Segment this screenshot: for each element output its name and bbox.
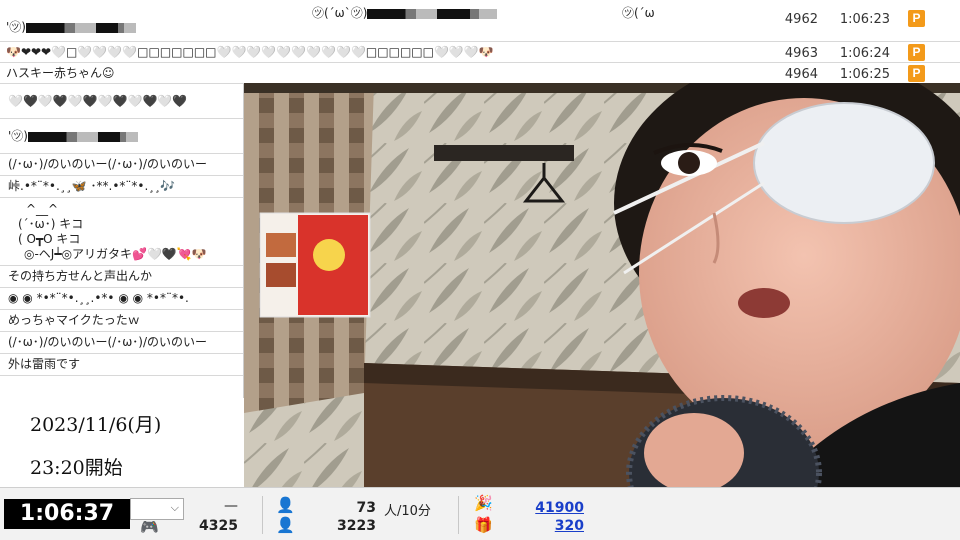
- gift-icon: 🎁: [474, 516, 493, 534]
- points-link[interactable]: 41900: [510, 500, 584, 516]
- status-bar: 1:06:37 ⌵ 🎮 — 4325 👤 👤 73 人/10分 3223 🎉 🎁…: [0, 487, 960, 540]
- viewers-unit: 人/10分: [384, 504, 431, 519]
- list-item[interactable]: その持ち方せんと声出んか: [0, 266, 243, 288]
- list-item[interactable]: 峠.•*¨*•.¸¸🦋 ･**.•*¨*•.¸¸🎶: [0, 176, 243, 198]
- list-item[interactable]: めっちゃマイクたったｗ: [0, 310, 243, 332]
- list-item[interactable]: ◉ ◉ *•*¨*•.¸¸.•*• ◉ ◉ *•*¨*•.: [0, 288, 243, 310]
- list-item[interactable]: '㋡): [0, 119, 243, 154]
- comment-text: ハスキー赤ちゃん☺: [6, 66, 115, 80]
- total-viewers: 3223: [337, 518, 376, 534]
- list-item[interactable]: ^__^ (´･ω･) キコ ( O┳O キコ ◎-ヘJ┷◎アリガタキ💕🤍🖤💘🐶: [0, 198, 243, 266]
- ad-dash: —: [224, 498, 238, 514]
- comment-row[interactable]: ハスキー赤ちゃん☺ 4964 1:06:25 P: [0, 63, 960, 84]
- cracker-icon: 🎉: [474, 494, 493, 512]
- comment-text-upper-2: ㋡(´ω: [622, 6, 655, 20]
- ad-count: 4325: [199, 518, 238, 534]
- list-item[interactable]: 🤍🖤🤍🖤🤍🖤🤍🖤🤍🖤🤍🖤: [0, 84, 243, 119]
- comment-list[interactable]: 🤍🖤🤍🖤🤍🖤🤍🖤🤍🖤🤍🖤 '㋡) (/･ω･)/のいのいー(/･ω･)/のいのい…: [0, 84, 244, 398]
- list-item[interactable]: 外は雷雨です: [0, 354, 243, 376]
- comment-text: 🐶❤❤❤🤍□🤍🤍🤍🤍□□□□□□□🤍🤍🤍🤍🤍🤍🤍🤍🤍🤍□□□□□□🤍🤍🤍🐶: [6, 45, 494, 59]
- elapsed-time: 1:06:37: [4, 499, 130, 529]
- video-frame-image: [244, 83, 960, 487]
- video-player[interactable]: [244, 83, 960, 487]
- list-item[interactable]: (/･ω･)/のいのいー(/･ω･)/のいのいー: [0, 154, 243, 176]
- comment-text: '㋡): [6, 20, 766, 35]
- quality-select[interactable]: ⌵: [130, 498, 184, 520]
- comment-number: 4963: [784, 46, 818, 61]
- game-controller-icon: 🎮: [140, 518, 159, 536]
- chevron-down-icon: ⌵: [170, 501, 179, 514]
- comment-text-upper: ㋡(´ω`㋡): [312, 4, 498, 21]
- person-icon: 👤: [276, 516, 295, 534]
- comment-number: 4962: [784, 12, 818, 27]
- ascii-art-line: ◎-ヘJ┷◎アリガタキ💕🤍🖤💘🐶: [24, 247, 207, 261]
- ascii-art-line: ^__^: [26, 202, 59, 216]
- comment-number: 4964: [784, 67, 818, 82]
- comment-time: 1:06:23: [839, 12, 890, 27]
- comment-row[interactable]: ㋡(´ω`㋡) ㋡(´ω '㋡) 4962 1:06:23 P: [0, 0, 960, 42]
- broadcast-date: 2023/11/6(月): [30, 414, 162, 436]
- list-item[interactable]: (/･ω･)/のいのいー(/･ω･)/のいのいー: [0, 332, 243, 354]
- ascii-art-line: ( O┳O キコ: [18, 232, 81, 246]
- ascii-art-line: (´･ω･) キコ: [18, 217, 84, 231]
- p-badge-icon: P: [908, 10, 925, 27]
- broadcast-start-time: 23:20開始: [30, 457, 123, 479]
- p-badge-icon: P: [908, 44, 925, 61]
- comment-row[interactable]: 🐶❤❤❤🤍□🤍🤍🤍🤍□□□□□□□🤍🤍🤍🤍🤍🤍🤍🤍🤍🤍□□□□□□🤍🤍🤍🐶 49…: [0, 42, 960, 63]
- p-badge-icon: P: [908, 65, 925, 82]
- gifts-link[interactable]: 320: [510, 518, 584, 534]
- viewers-per-10min: 73: [356, 500, 376, 516]
- comment-time: 1:06:24: [839, 46, 890, 61]
- comment-time: 1:06:25: [839, 67, 890, 82]
- person-icon: 👤: [276, 496, 295, 514]
